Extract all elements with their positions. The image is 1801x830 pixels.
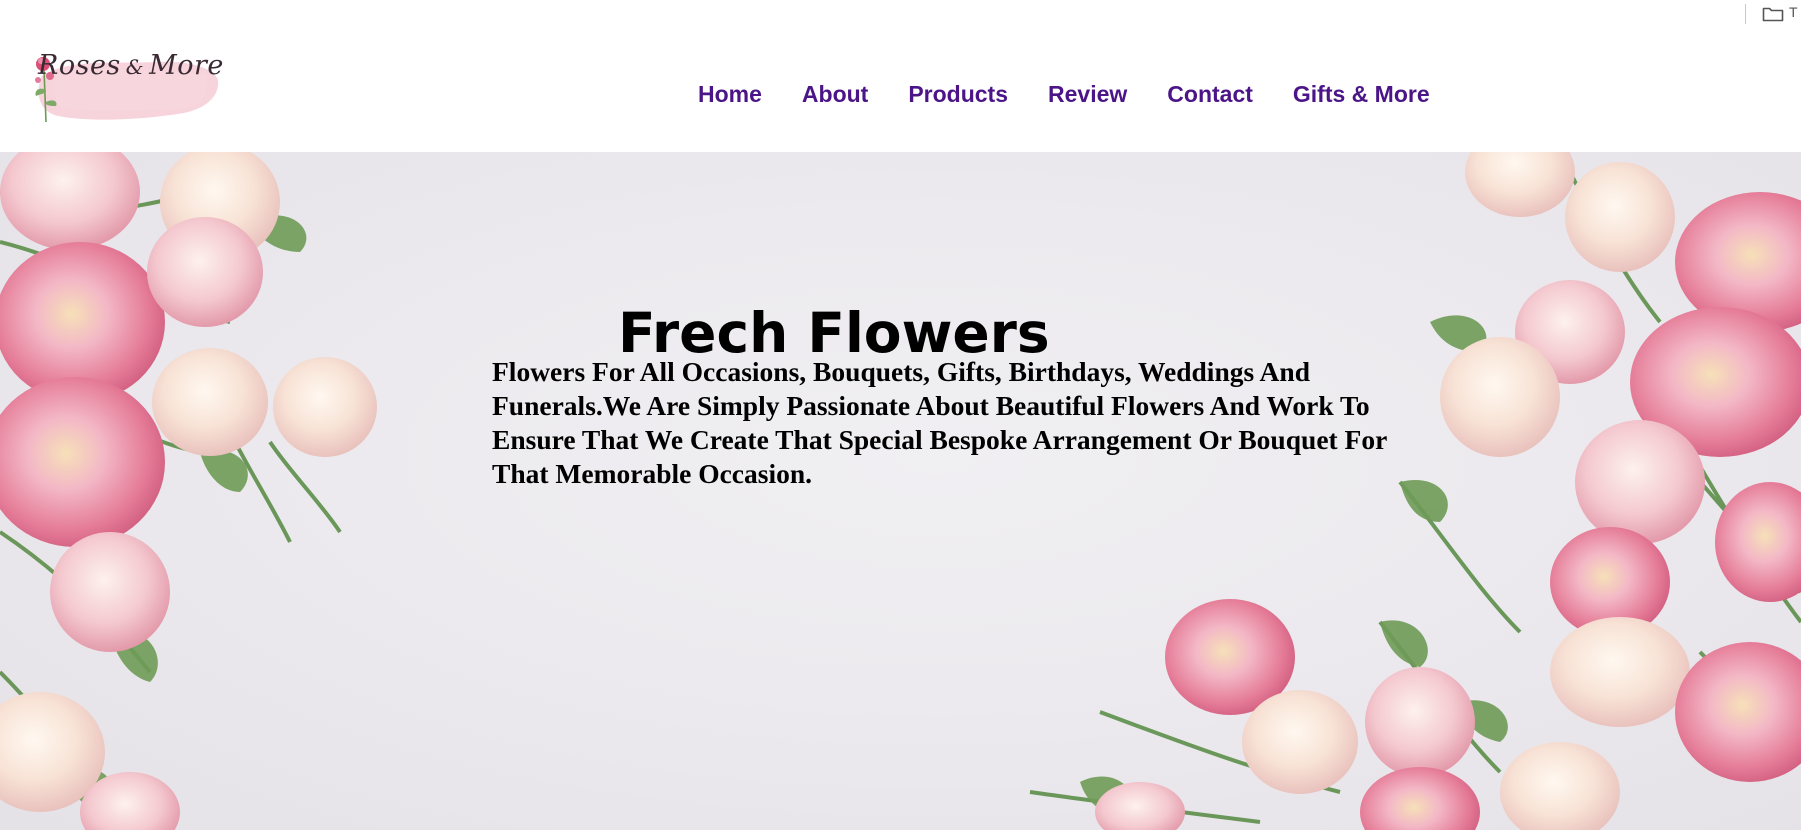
brand-name-part2: More (149, 50, 224, 81)
nav-link-home[interactable]: Home (698, 80, 762, 108)
site-header: Roses & More Home About Products Review Co… (0, 30, 1801, 152)
brand-ampersand: & (125, 55, 145, 79)
bookmark-folder-label[interactable]: T (1789, 4, 1798, 20)
browser-top-strip: T (0, 0, 1801, 30)
hero-flowers-background-image (0, 152, 1801, 830)
toolbar-divider (1745, 4, 1746, 24)
main-navigation: Home About Products Review Contact Gifts… (698, 80, 1470, 108)
nav-link-contact[interactable]: Contact (1167, 80, 1253, 108)
folder-icon[interactable] (1762, 6, 1784, 22)
hero-banner: Frech Flowers Flowers For All Occasions,… (0, 152, 1801, 830)
nav-link-products[interactable]: Products (908, 80, 1008, 108)
nav-link-review[interactable]: Review (1048, 80, 1127, 108)
hero-description: Flowers For All Occasions, Bouquets, Gif… (492, 356, 1387, 489)
brand-name-part1: Roses (38, 50, 121, 81)
nav-link-about[interactable]: About (802, 80, 868, 108)
nav-link-gifts-and-more[interactable]: Gifts & More (1293, 80, 1430, 108)
brand-name: Roses & More (38, 50, 224, 81)
